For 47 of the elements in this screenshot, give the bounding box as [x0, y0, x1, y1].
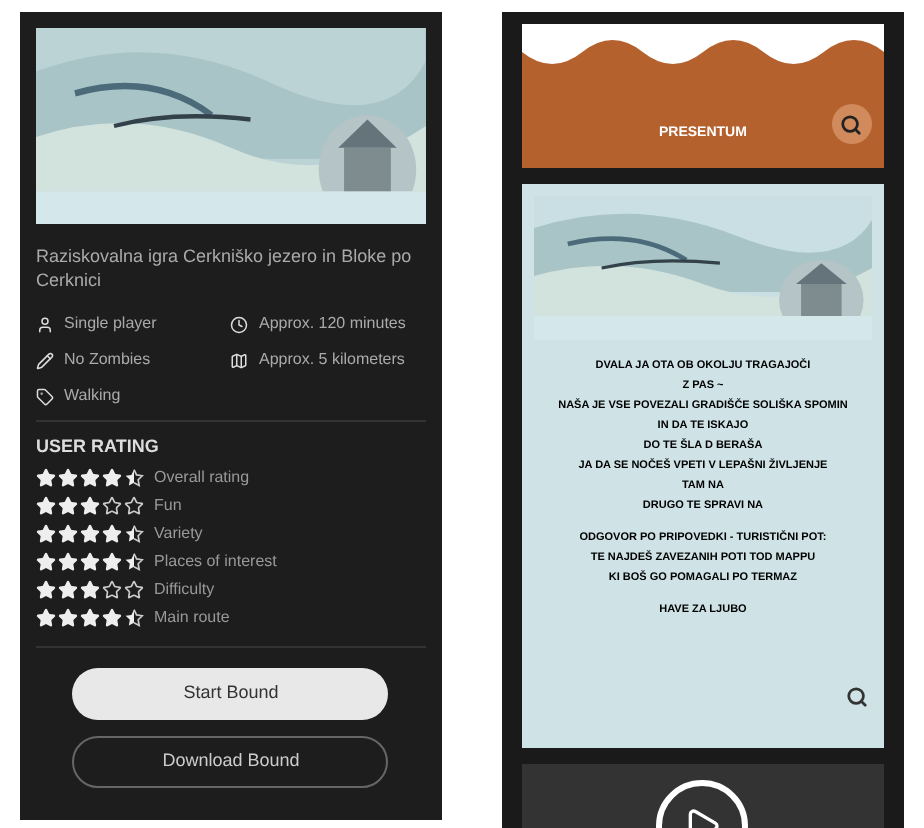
clock-icon: [230, 315, 249, 333]
star-icon: [36, 523, 56, 543]
star-icon: [58, 607, 78, 627]
star-icon: [80, 551, 100, 571]
detail-text: No Zombies: [64, 348, 151, 372]
star-icon: [80, 579, 100, 599]
star-icon: [36, 579, 56, 599]
star-icon: [36, 607, 56, 627]
pencil-icon: [36, 351, 54, 369]
rating-label: Difficulty: [154, 577, 215, 601]
rating-label: Fun: [154, 493, 182, 517]
star-icon: [58, 579, 78, 599]
star-icon: [36, 467, 56, 487]
half-star-icon: [124, 523, 144, 543]
person-icon: [36, 315, 54, 333]
search-button[interactable]: [831, 104, 872, 144]
detail-text: Approx. 5 kilometers: [258, 348, 405, 372]
star-icon: [36, 551, 56, 571]
empty-star-icon: [124, 495, 144, 515]
star-icon: [58, 495, 78, 515]
rating-label: Variety: [154, 521, 203, 545]
route-icon: [230, 351, 249, 369]
half-star-icon: [124, 551, 144, 571]
star-icon: [80, 607, 100, 627]
rating-label: Overall rating: [154, 465, 250, 489]
star-icon: [80, 467, 100, 487]
detail-text: Approx. 120 minutes: [258, 312, 406, 336]
star-icon: [36, 495, 56, 515]
star-icon: [58, 523, 78, 543]
star-icon: [80, 495, 100, 515]
star-icon: [80, 523, 100, 543]
start-button[interactable]: Start Bound: [72, 667, 389, 719]
download-button[interactable]: Download Bound: [72, 735, 389, 787]
detail-text: Single player: [64, 312, 157, 336]
search-icon: [840, 113, 863, 135]
half-star-icon: [124, 607, 144, 627]
rating-title: USER RATING: [36, 434, 161, 460]
rating-label: Main route: [154, 605, 230, 629]
star-icon: [58, 467, 78, 487]
description: Raziskovalna igra Cerkniško jezero in Bloke po Cerknici: [36, 244, 414, 292]
search-icon[interactable]: [846, 686, 868, 708]
rating-label: Places of interest: [154, 549, 277, 573]
empty-star-icon: [124, 579, 144, 599]
star-icon: [58, 551, 78, 571]
tag-icon: [36, 387, 54, 405]
half-star-icon: [124, 467, 144, 487]
detail-text: Walking: [64, 384, 121, 408]
